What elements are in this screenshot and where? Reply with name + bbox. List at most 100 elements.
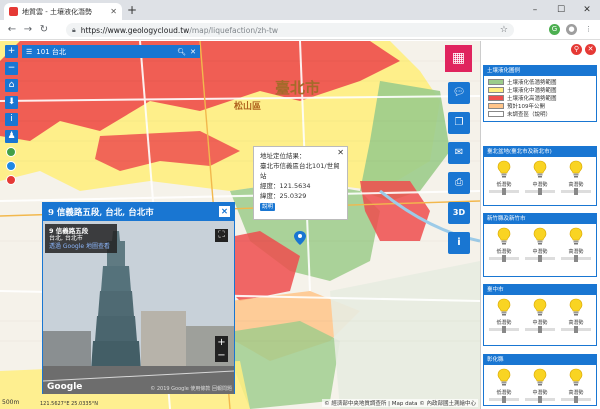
opacity-slider[interactable]: [561, 396, 591, 403]
slider-handle[interactable]: [574, 188, 578, 195]
maximize-button[interactable]: ☐: [548, 0, 574, 20]
zoom-in-icon[interactable]: +: [215, 336, 228, 349]
minimize-button[interactable]: –: [522, 0, 548, 20]
opacity-slider[interactable]: [525, 188, 555, 195]
close-window-button[interactable]: ✕: [574, 0, 600, 20]
popup-help-tag[interactable]: 說明: [260, 203, 276, 211]
region-title: 臺北盆地(臺北市及新北市): [484, 147, 596, 157]
search-input[interactable]: 101 台北: [36, 47, 173, 57]
street-view-close-button[interactable]: ✕: [219, 206, 230, 217]
lightbulb-toggle[interactable]: 中潛勢: [523, 368, 557, 403]
slider-handle[interactable]: [538, 326, 542, 333]
bulb-label: 高潛勢: [568, 320, 584, 326]
slider-handle[interactable]: [574, 396, 578, 403]
menu-icon[interactable]: ⋮: [583, 24, 594, 35]
opacity-slider[interactable]: [489, 188, 519, 195]
zoom-out-icon[interactable]: −: [215, 349, 228, 362]
opacity-slider[interactable]: [561, 188, 591, 195]
opacity-slider[interactable]: [561, 326, 591, 333]
locate-button[interactable]: ⬇: [5, 96, 18, 109]
legend-item: 土壤液化中潛勢範圍: [484, 86, 596, 94]
reload-icon[interactable]: ↻: [36, 24, 52, 35]
pin-icon[interactable]: ⚲: [571, 44, 582, 55]
mail-button[interactable]: ✉: [448, 142, 470, 164]
popup-close-icon[interactable]: ✕: [337, 148, 344, 158]
lightbulb-toggle[interactable]: 低潛勢: [487, 298, 521, 333]
street-view-copyright: © 2019 Google 使用條款 回報問題: [150, 386, 232, 392]
bulb-label: 低潛勢: [496, 182, 512, 188]
slider-handle[interactable]: [502, 255, 506, 262]
opacity-slider[interactable]: [489, 396, 519, 403]
lightbulb-toggle[interactable]: 低潛勢: [487, 227, 521, 262]
bookmark-star-icon[interactable]: ☆: [500, 25, 508, 35]
location-marker-icon[interactable]: [294, 231, 306, 245]
green-layer-icon[interactable]: [6, 147, 16, 157]
bulb-label: 低潛勢: [496, 320, 512, 326]
info-icon[interactable]: i: [448, 232, 470, 254]
lightbulb-toggle[interactable]: 低潛勢: [487, 368, 521, 403]
bulb-label: 中潛勢: [532, 249, 548, 255]
close-search-icon[interactable]: ✕: [190, 48, 196, 56]
red-layer-icon[interactable]: [6, 175, 16, 185]
street-view-photo[interactable]: 9 信義路五段 台北, 台北市 透過 Google 地圖查看 ⛶ + − Goo…: [43, 221, 234, 394]
opacity-slider[interactable]: [525, 396, 555, 403]
slider-handle[interactable]: [538, 188, 542, 195]
opacity-slider[interactable]: [561, 255, 591, 262]
lightbulb-toggle[interactable]: 高潛勢: [559, 160, 593, 195]
chat-button[interactable]: 💬︎: [448, 82, 470, 104]
info-button[interactable]: i: [5, 113, 18, 126]
search-icon[interactable]: 🔍︎: [177, 48, 186, 56]
lightbulb-toggle[interactable]: 中潛勢: [523, 227, 557, 262]
map-view[interactable]: 臺北市 松山區 + − ⌂ ⬇ i ♟ ☰ 101 台北 🔍︎ ✕ ✕ 地址定位…: [0, 41, 480, 409]
menu-icon[interactable]: ☰: [26, 48, 32, 56]
lightbulb-toggle[interactable]: 高潛勢: [559, 227, 593, 262]
pegman-button[interactable]: ♟: [5, 130, 18, 143]
lightbulb-toggle[interactable]: 高潛勢: [559, 368, 593, 403]
legend-swatch: [488, 111, 504, 117]
opacity-slider[interactable]: [489, 326, 519, 333]
legend-label: 土壤液化高潛勢範圍: [507, 96, 557, 102]
back-icon[interactable]: ←: [4, 24, 20, 35]
legend-item: 未調查區（說明）: [484, 110, 596, 118]
lightbulb-toggle[interactable]: 高潛勢: [559, 298, 593, 333]
forward-icon[interactable]: →: [20, 24, 36, 35]
search-bar[interactable]: ☰ 101 台北 🔍︎ ✕: [22, 45, 200, 58]
layers-button[interactable]: ❐: [448, 112, 470, 134]
slider-handle[interactable]: [502, 188, 506, 195]
opacity-slider[interactable]: [525, 326, 555, 333]
lightbulb-icon: [497, 227, 511, 245]
zoom-in-button[interactable]: +: [5, 45, 18, 58]
lightbulb-toggle[interactable]: 中潛勢: [523, 160, 557, 195]
close-tab-icon[interactable]: ✕: [110, 7, 117, 16]
right-panel: ⚲ ✕ 土壤液化圖例 土壤液化低潛勢範圍 土壤液化中潛勢範圍 土壤液化高潛勢範圍 預計…: [480, 41, 600, 409]
info-google-link[interactable]: 透過 Google 地圖查看: [49, 243, 113, 251]
slider-handle[interactable]: [538, 255, 542, 262]
opacity-slider[interactable]: [489, 255, 519, 262]
street-view-zoom[interactable]: + −: [215, 336, 228, 362]
lightbulb-toggle[interactable]: 中潛勢: [523, 298, 557, 333]
opacity-slider[interactable]: [525, 255, 555, 262]
slider-handle[interactable]: [502, 396, 506, 403]
slider-handle[interactable]: [502, 326, 506, 333]
zoom-out-button[interactable]: −: [5, 62, 18, 75]
browser-tab[interactable]: 地質雲 - 土壤液化潛勢 ✕: [4, 3, 122, 20]
street-view-panel[interactable]: 9 信義路五段, 台北, 台北市 ✕ 9 信義路五段 台北, 台北市 透過 Go…: [42, 202, 235, 394]
extension-icon[interactable]: G: [549, 24, 560, 35]
district-label: 松山區: [234, 102, 262, 112]
profile-icon[interactable]: ●: [566, 24, 577, 35]
app-logo-button[interactable]: ▦: [445, 45, 472, 72]
print-button[interactable]: ⎙: [448, 172, 470, 194]
new-tab-button[interactable]: +: [127, 4, 137, 16]
slider-handle[interactable]: [574, 255, 578, 262]
extension-icons: G ● ⋮: [549, 24, 594, 35]
panel-close-icon[interactable]: ✕: [585, 44, 596, 55]
lightbulb-toggle[interactable]: 低潛勢: [487, 160, 521, 195]
slider-handle[interactable]: [574, 326, 578, 333]
fullscreen-icon[interactable]: ⛶: [215, 229, 228, 242]
slider-handle[interactable]: [538, 396, 542, 403]
blue-layer-icon[interactable]: [6, 161, 16, 171]
address-bar[interactable]: 🔒︎ https://www.geologycloud.tw/map/lique…: [66, 23, 514, 37]
legend-label: 土壤液化中潛勢範圍: [507, 88, 557, 94]
3d-button[interactable]: 3D: [448, 202, 470, 224]
home-button[interactable]: ⌂: [5, 79, 18, 92]
